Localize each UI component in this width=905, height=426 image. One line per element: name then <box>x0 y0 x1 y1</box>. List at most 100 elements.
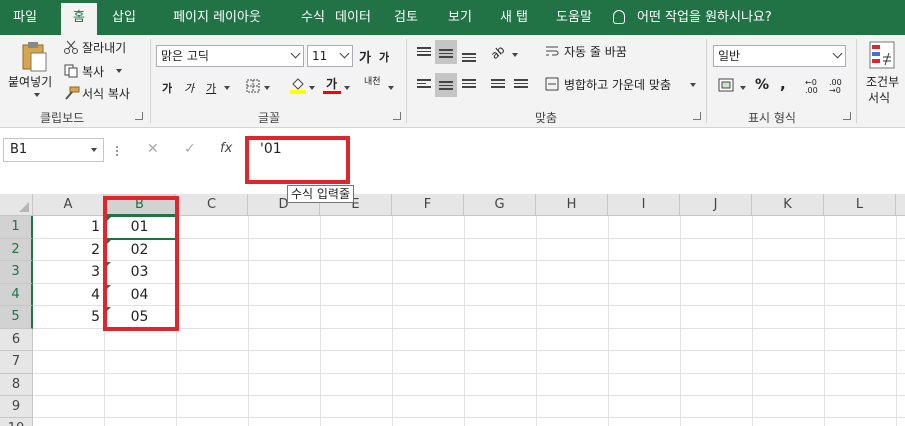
grow-font-button[interactable]: 가 <box>359 47 371 66</box>
insert-function-icon[interactable]: fx <box>220 141 232 156</box>
alignment-launcher-icon[interactable] <box>693 112 701 120</box>
cut-button[interactable]: 잘라내기 <box>82 39 126 56</box>
align-bottom-icon[interactable] <box>462 51 476 64</box>
row-header-4[interactable]: 4 <box>0 284 33 306</box>
tab-review[interactable]: 검토 <box>384 0 428 35</box>
conditional-formatting-label-1[interactable]: 조건부 <box>866 73 899 90</box>
tab-new[interactable]: 새 탭 <box>490 0 538 35</box>
align-top-icon[interactable] <box>417 45 431 58</box>
column-header-k[interactable]: K <box>752 194 824 216</box>
currency-icon[interactable] <box>718 77 736 93</box>
align-middle-icon[interactable] <box>439 47 453 60</box>
name-box-dropdown-icon[interactable] <box>91 148 97 152</box>
font-name-combo[interactable]: 맑은 고딕 <box>156 45 304 67</box>
italic-button[interactable]: 가 <box>184 80 194 96</box>
column-header-g[interactable]: G <box>464 194 536 216</box>
borders-icon[interactable] <box>246 79 260 93</box>
copy-icon[interactable] <box>64 64 78 78</box>
row-header-9[interactable]: 9 <box>0 396 33 418</box>
merge-center-icon[interactable] <box>545 77 559 91</box>
cell-a1[interactable]: 1 <box>33 216 104 239</box>
column-header-l[interactable]: L <box>824 194 896 216</box>
decrease-decimal-icon[interactable]: .00 →0 <box>829 79 842 95</box>
column-header-h[interactable]: H <box>536 194 608 216</box>
chevron-down-icon[interactable] <box>832 48 843 59</box>
borders-dropdown-icon[interactable] <box>264 86 270 90</box>
row-header-6[interactable]: 6 <box>0 329 33 351</box>
name-box[interactable]: B1 <box>3 138 104 162</box>
shrink-font-button[interactable]: 가 <box>379 49 389 65</box>
column-header-c[interactable]: C <box>176 194 248 216</box>
chevron-down-icon[interactable] <box>290 48 301 59</box>
row-header-7[interactable]: 7 <box>0 351 33 374</box>
chevron-down-icon[interactable] <box>339 48 350 59</box>
font-color-button[interactable]: 가 <box>326 75 337 92</box>
resize-handle[interactable] <box>116 146 118 156</box>
orientation-icon[interactable]: ab <box>488 43 507 62</box>
paste-label[interactable]: 붙여넣기 <box>8 73 52 90</box>
font-size-combo[interactable]: 11 <box>307 45 353 67</box>
tab-home[interactable]: 홈 <box>61 3 97 35</box>
column-header-i[interactable]: I <box>608 194 680 216</box>
tell-me-search[interactable]: 어떤 작업을 원하시나요? <box>637 0 777 35</box>
merge-dropdown-icon[interactable] <box>690 83 696 87</box>
column-header-f[interactable]: F <box>392 194 464 216</box>
row-header-10[interactable]: 10 <box>0 418 33 426</box>
copy-dropdown-icon[interactable] <box>116 69 122 73</box>
column-header-j[interactable]: J <box>680 194 752 216</box>
tab-file[interactable]: 파일 <box>4 0 46 35</box>
paste-icon[interactable] <box>20 41 48 73</box>
column-header-a[interactable]: A <box>33 194 104 216</box>
group-separator <box>406 39 407 123</box>
cell-a5[interactable]: 5 <box>33 306 104 329</box>
wrap-text-button[interactable]: 자동 줄 바꿈 <box>564 43 627 60</box>
format-painter-button[interactable]: 서식 복사 <box>82 85 130 102</box>
enter-icon[interactable]: ✓ <box>184 141 196 157</box>
phonetic-button[interactable]: 내천 <box>364 77 384 87</box>
increase-decimal-icon[interactable]: ←0.00 <box>805 79 818 95</box>
currency-dropdown-icon[interactable] <box>740 86 746 90</box>
cancel-icon[interactable]: ✕ <box>147 141 159 157</box>
tab-view[interactable]: 보기 <box>438 0 482 35</box>
row-header-2[interactable]: 2 <box>0 239 33 261</box>
cell-a2[interactable]: 2 <box>33 239 104 261</box>
number-format-combo[interactable]: 일반 <box>713 45 846 67</box>
format-painter-icon[interactable] <box>64 86 80 100</box>
number-launcher-icon[interactable] <box>843 112 851 120</box>
conditional-formatting-label-2[interactable]: 서식 <box>868 89 890 106</box>
cell-a3[interactable]: 3 <box>33 261 104 284</box>
tab-page-layout[interactable]: 페이지 레이아웃 <box>157 0 277 35</box>
decrease-indent-icon[interactable] <box>491 77 505 90</box>
align-center-icon[interactable] <box>439 79 453 92</box>
row-header-5[interactable]: 5 <box>0 306 33 329</box>
tab-insert[interactable]: 삽입 <box>104 0 144 35</box>
font-color-dropdown-icon[interactable] <box>344 86 350 90</box>
tab-help[interactable]: 도움말 <box>545 0 603 35</box>
orientation-dropdown-icon[interactable] <box>512 53 518 57</box>
phonetic-dropdown-icon[interactable] <box>388 86 394 90</box>
merge-center-button[interactable]: 병합하고 가운데 맞춤 <box>564 76 671 93</box>
percent-button[interactable]: % <box>755 77 769 93</box>
underline-button[interactable]: 가 <box>206 80 216 96</box>
row-header-3[interactable]: 3 <box>0 261 33 284</box>
row-header-1[interactable]: 1 <box>0 216 33 239</box>
font-launcher-icon[interactable] <box>393 112 401 120</box>
bold-button[interactable]: 가 <box>162 80 172 96</box>
underline-dropdown-icon[interactable] <box>224 86 230 90</box>
cut-icon[interactable] <box>64 40 78 54</box>
conditional-formatting-icon[interactable] <box>869 41 895 69</box>
align-left-icon[interactable] <box>417 77 431 90</box>
tab-data[interactable]: 데이터 <box>324 0 382 35</box>
fill-color-dropdown-icon[interactable] <box>309 86 315 90</box>
increase-indent-icon[interactable] <box>514 77 528 90</box>
copy-button[interactable]: 복사 <box>82 63 104 80</box>
clipboard-launcher-icon[interactable] <box>135 112 143 120</box>
select-all-button[interactable] <box>0 194 33 216</box>
wrap-text-icon[interactable] <box>545 44 559 58</box>
align-right-icon[interactable] <box>462 77 476 90</box>
fill-color-icon[interactable] <box>290 76 306 94</box>
cell-a4[interactable]: 4 <box>33 284 104 306</box>
row-header-8[interactable]: 8 <box>0 374 33 396</box>
paste-dropdown-icon[interactable] <box>34 93 40 97</box>
comma-button[interactable]: , <box>780 75 786 93</box>
